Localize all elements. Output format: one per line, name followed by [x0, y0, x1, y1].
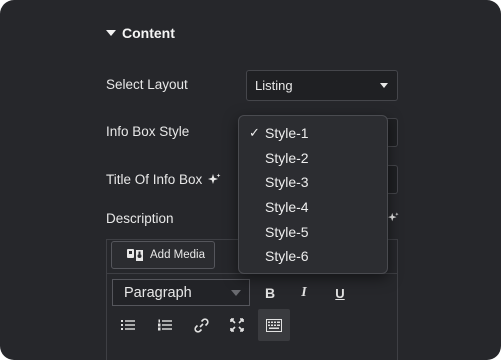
- info-box-style-menu: ✓ Style-1 Style-2 Style-3 Style-4 Style-…: [238, 115, 388, 274]
- menu-item-style-6[interactable]: Style-6: [239, 244, 387, 269]
- menu-item-label: Style-5: [265, 223, 309, 240]
- insert-link-button[interactable]: [186, 310, 216, 340]
- select-layout-label: Select Layout: [106, 77, 188, 92]
- menu-item-style-5[interactable]: Style-5: [239, 219, 387, 244]
- paragraph-format-select[interactable]: Paragraph: [112, 279, 250, 306]
- caret-down-icon: [106, 30, 116, 36]
- settings-panel: Content Select Layout Listing Info Box S…: [0, 0, 501, 360]
- format-select-value: Paragraph: [124, 284, 192, 301]
- sparkles-icon[interactable]: [208, 173, 221, 186]
- keyboard-icon: [266, 318, 282, 332]
- chevron-down-icon: [231, 289, 241, 296]
- chevron-down-icon: [380, 83, 388, 88]
- sparkles-icon[interactable]: [388, 212, 399, 223]
- select-layout-value: Listing: [255, 78, 293, 93]
- menu-item-style-2[interactable]: Style-2: [239, 146, 387, 171]
- select-layout-dropdown[interactable]: Listing: [246, 70, 398, 101]
- media-icon: [126, 247, 144, 263]
- fullscreen-icon: [230, 318, 244, 332]
- checkmark-icon: ✓: [249, 125, 260, 141]
- underline-button[interactable]: U: [325, 278, 355, 308]
- description-label: Description: [106, 211, 174, 226]
- menu-item-label: Style-3: [265, 174, 309, 191]
- menu-item-label: Style-2: [265, 149, 309, 166]
- menu-item-style-3[interactable]: Style-3: [239, 170, 387, 195]
- editor-toolbar: Paragraph B I U: [107, 273, 397, 360]
- add-media-button[interactable]: Add Media: [111, 241, 215, 269]
- toolbar-toggle-button[interactable]: [258, 309, 290, 341]
- bulleted-list-button[interactable]: [113, 310, 143, 340]
- section-toggle-content[interactable]: Content: [106, 24, 175, 42]
- fullscreen-button[interactable]: [222, 310, 252, 340]
- add-media-label: Add Media: [150, 249, 205, 261]
- menu-item-label: Style-6: [265, 248, 309, 265]
- link-icon: [193, 317, 209, 333]
- numbered-list-icon: [158, 319, 172, 331]
- menu-item-style-4[interactable]: Style-4: [239, 195, 387, 220]
- italic-button[interactable]: I: [289, 278, 319, 308]
- numbered-list-button[interactable]: [150, 310, 180, 340]
- menu-item-label: Style-4: [265, 199, 309, 216]
- info-box-style-label: Info Box Style: [106, 124, 190, 139]
- title-of-info-box-text: Title Of Info Box: [106, 172, 203, 187]
- section-title: Content: [122, 25, 175, 41]
- bold-button[interactable]: B: [255, 278, 285, 308]
- menu-item-label: Style-1: [265, 125, 309, 142]
- title-of-info-box-label: Title Of Info Box: [106, 172, 221, 187]
- menu-item-style-1[interactable]: ✓ Style-1: [239, 121, 387, 146]
- bulleted-list-icon: [121, 320, 135, 330]
